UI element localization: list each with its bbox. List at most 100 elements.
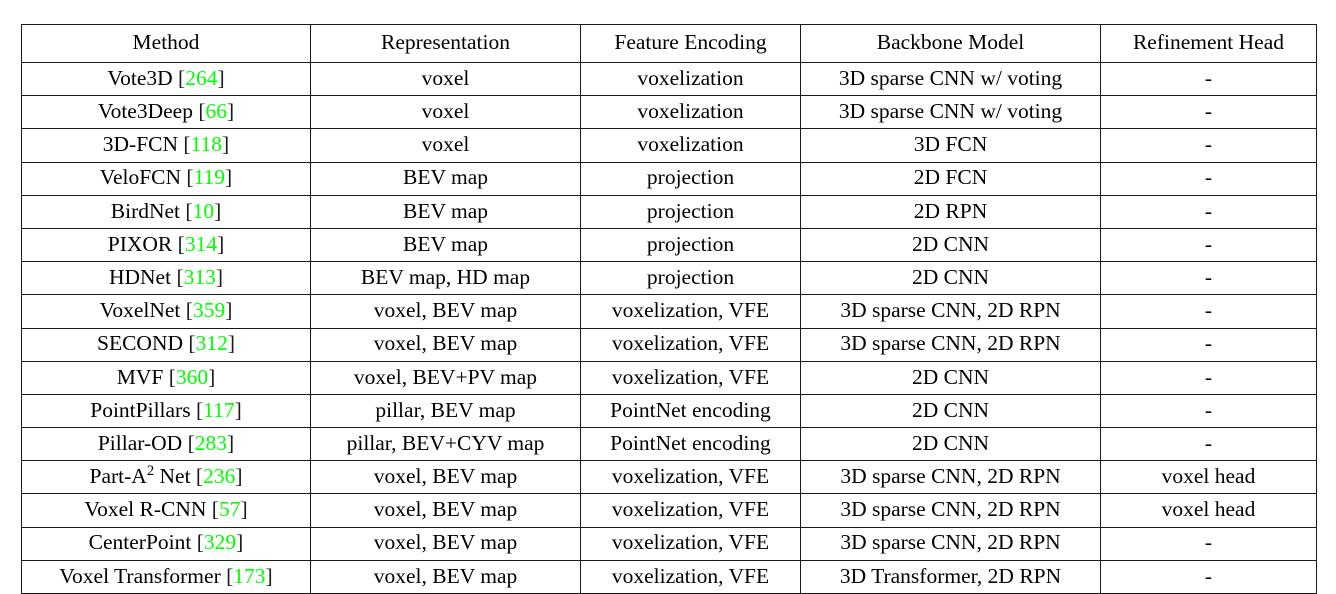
citation-bracket-right: ] <box>215 264 224 289</box>
cell-method: VoxelNet [359] <box>21 294 311 328</box>
citation-bracket-right: ] <box>234 397 242 422</box>
cell-method: Pillar-OD [283] <box>21 427 311 461</box>
cell-refinement-head: - <box>1100 128 1317 163</box>
table-row: Vote3D [264] voxel voxelization 3D sparse C… <box>21 61 1317 96</box>
cell-representation: pillar, BEV map <box>310 393 581 428</box>
cell-feature-encoding: projection <box>580 161 801 196</box>
citation-bracket-left: [ <box>176 264 184 289</box>
cell-feature-encoding: voxelization, VFE <box>580 460 801 494</box>
method-name: Vote3D <box>107 65 173 90</box>
citation-bracket-right: ] <box>236 530 244 555</box>
method-name: BirdNet <box>110 198 181 223</box>
cell-feature-encoding: PointNet encoding <box>580 427 801 461</box>
citation-bracket-right: ] <box>222 132 230 157</box>
cell-feature-encoding: projection <box>580 261 801 295</box>
citation-bracket-right: ] <box>227 99 235 124</box>
citation-link[interactable]: 359 <box>193 298 225 322</box>
cell-refinement-head: - <box>1100 526 1317 561</box>
comparison-table-container: Method Representation Feature Encoding B… <box>21 24 1317 594</box>
table-row: VoxelNet [359] voxel, BEV map voxelization… <box>21 294 1317 328</box>
column-header-representation: Representation <box>310 24 581 63</box>
citation-bracket-right: ] <box>217 65 225 90</box>
method-name: PIXOR <box>107 231 173 256</box>
cell-representation: pillar, BEV+CYV map <box>310 427 581 461</box>
table-row: SECOND [312] voxel, BEV map voxelization, … <box>21 327 1317 362</box>
cell-refinement-head: - <box>1100 327 1317 362</box>
method-name: MVF <box>116 364 164 389</box>
citation-link[interactable]: 313 <box>184 265 216 289</box>
citation-bracket-right: ] <box>225 298 233 323</box>
cell-refinement-head: voxel head <box>1100 493 1317 528</box>
cell-representation: BEV map, HD map <box>310 261 581 295</box>
cell-method: Vote3Deep [66] <box>21 95 311 129</box>
citation-link[interactable]: 118 <box>191 132 222 156</box>
table-row: 3D-FCN [118] voxel voxelization 3D FCN - <box>21 128 1317 163</box>
cell-representation: BEV map <box>310 161 581 196</box>
table-row: Voxel R-CNN [57] voxel, BEV map voxelizati… <box>21 493 1317 528</box>
cell-backbone-model: 3D sparse CNN, 2D RPN <box>800 526 1101 561</box>
table-header: Method Representation Feature Encoding B… <box>21 24 1317 63</box>
cell-representation: voxel, BEV map <box>310 294 581 328</box>
citation-bracket-left: [ <box>186 165 194 190</box>
citation-bracket-left: [ <box>183 132 191 157</box>
citation-link[interactable]: 283 <box>195 431 227 455</box>
citation-link[interactable]: 314 <box>185 232 217 256</box>
citation-bracket-right: ] <box>240 497 248 522</box>
cell-feature-encoding: projection <box>580 227 801 262</box>
cell-representation: voxel <box>310 95 581 129</box>
citation-link[interactable]: 312 <box>196 331 228 355</box>
column-header-method: Method <box>21 24 311 63</box>
cell-feature-encoding: voxelization, VFE <box>580 360 801 395</box>
method-name: HDNet <box>108 264 172 289</box>
method-name: Pillar-OD <box>97 430 183 455</box>
cell-feature-encoding: voxelization, VFE <box>580 526 801 561</box>
method-name: CenterPoint <box>88 530 192 555</box>
citation-link[interactable]: 173 <box>233 564 265 588</box>
citation-link[interactable]: 360 <box>176 365 208 389</box>
citation-bracket-left: [ <box>188 331 196 356</box>
citation-link[interactable]: 57 <box>219 497 241 521</box>
cell-refinement-head: - <box>1100 559 1317 594</box>
cell-method: Vote3D [264] <box>21 61 311 96</box>
cell-method: VeloFCN [119] <box>21 161 311 196</box>
cell-backbone-model: 2D CNN <box>800 427 1101 461</box>
citation-bracket-right: ] <box>227 430 235 455</box>
cell-feature-encoding: voxelization <box>580 128 801 163</box>
citation-link[interactable]: 66 <box>206 99 228 123</box>
citation-link[interactable]: 329 <box>204 530 236 554</box>
cell-representation: voxel, BEV map <box>310 493 581 528</box>
cell-method: Voxel Transformer [173] <box>21 559 311 594</box>
method-name: 3D-FCN <box>102 132 179 157</box>
citation-bracket-right: ] <box>265 563 273 588</box>
citation-link[interactable]: 119 <box>194 165 225 189</box>
method-name: Vote3Deep <box>97 99 193 124</box>
method-name: Voxel Transformer <box>59 563 221 588</box>
cell-feature-encoding: voxelization <box>580 95 801 129</box>
citation-link[interactable]: 236 <box>203 464 235 488</box>
method-name: Voxel R-CNN <box>84 497 207 522</box>
cell-refinement-head: - <box>1100 360 1317 395</box>
cell-feature-encoding: PointNet encoding <box>580 393 801 428</box>
citation-bracket-left: [ <box>211 497 219 522</box>
citation-bracket-left: [ <box>185 298 193 323</box>
method-name: VoxelNet <box>99 298 181 323</box>
citation-link[interactable]: 264 <box>185 66 217 90</box>
cell-refinement-head: - <box>1100 427 1317 461</box>
cell-method: BirdNet [10] <box>21 194 311 229</box>
cell-refinement-head: - <box>1100 61 1317 96</box>
citation-link[interactable]: 10 <box>193 199 215 223</box>
citation-bracket-left: [ <box>187 430 195 455</box>
citation-bracket-right: ] <box>214 198 222 223</box>
lidar-detector-comparison-table: Method Representation Feature Encoding B… <box>21 24 1317 594</box>
cell-representation: voxel <box>310 61 581 96</box>
table-row: Voxel Transformer [173] voxel, BEV map vox… <box>21 559 1317 594</box>
citation-link[interactable]: 117 <box>203 398 234 422</box>
cell-backbone-model: 2D CNN <box>800 261 1101 295</box>
cell-backbone-model: 3D sparse CNN, 2D RPN <box>800 327 1101 362</box>
cell-method: HDNet [313] <box>21 261 311 295</box>
cell-representation: voxel, BEV+PV map <box>310 360 581 395</box>
cell-representation: voxel, BEV map <box>310 460 581 494</box>
cell-refinement-head: - <box>1100 393 1317 428</box>
column-header-backbone-model: Backbone Model <box>800 24 1101 63</box>
table-row: Vote3Deep [66] voxel voxelization 3D sparse… <box>21 95 1317 129</box>
